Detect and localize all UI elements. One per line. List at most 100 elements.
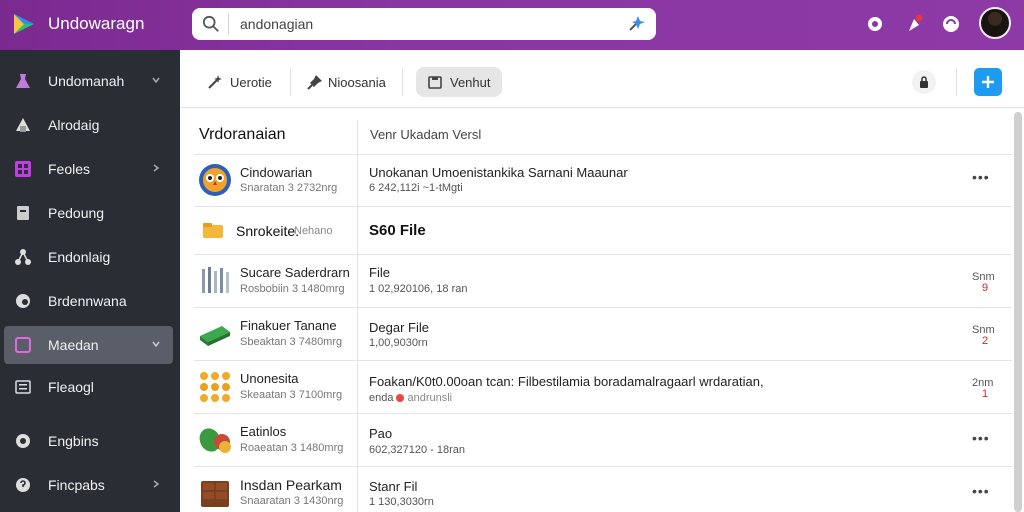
sidebar-item-engbins[interactable]: Engbins (0, 422, 180, 460)
column-header-name[interactable]: Vrdoranaian (199, 126, 286, 144)
chocolate-thumbnail-icon (201, 481, 229, 507)
status-dot-icon (396, 394, 405, 403)
row-badge: 1 (982, 388, 989, 400)
owl-thumbnail-icon (199, 164, 231, 196)
flask-icon (16, 74, 30, 88)
row-meta: Roaeatan 3 1480mrg (240, 442, 344, 454)
row-title: Unokanan Umoenistankika Sarnani Maaunar (369, 165, 628, 180)
row-title: Foakan/K0t0.00oan tcan: Filbestilamia bo… (369, 374, 764, 389)
search-icon (202, 15, 219, 32)
row-badge: 9 (982, 282, 989, 294)
toolbar-button-3[interactable]: Venhut (416, 67, 502, 97)
chevron-down-icon[interactable] (151, 339, 161, 349)
sidebar-item-feoles[interactable]: Feoles (0, 150, 180, 188)
leaf-thumbnail-icon (199, 428, 231, 453)
user-avatar[interactable] (979, 7, 1011, 39)
group-name: Snrokeite. (236, 223, 300, 239)
folder-icon (428, 76, 442, 89)
chevron-right-icon[interactable] (151, 479, 161, 489)
sidebar-item-label: Alrodaig (48, 117, 100, 133)
row-subtitle-text: enda (369, 392, 394, 404)
row-name: Eatinlos (240, 424, 287, 439)
help-icon (16, 478, 30, 492)
chevron-down-icon[interactable] (151, 75, 161, 85)
toolbar-button-label: Nioosania (328, 75, 386, 90)
row-badge: 2 (982, 335, 989, 347)
search-input[interactable] (240, 14, 600, 34)
table-row[interactable]: Insdan Pearkam Snaaratan 3 1430nrg Stanr… (194, 466, 1012, 512)
sidebar-item-brdennwana[interactable]: Brdennwana (0, 282, 180, 320)
sidebar-item-label: Maedan (48, 337, 99, 353)
sidebar-item-label: Fincpabs (48, 477, 105, 493)
row-meta: Snaaratan 3 1430nrg (240, 495, 344, 507)
lock-button[interactable] (912, 70, 936, 94)
row-name: Sucare Saderdrarn (240, 265, 350, 280)
toolbar-button-label: Uerotie (230, 75, 272, 90)
chevron-right-icon[interactable] (151, 163, 161, 173)
app-logo-icon[interactable] (12, 12, 36, 36)
row-name: Insdan Pearkam (240, 477, 342, 493)
toolbar-button-1[interactable]: Uerotie (206, 67, 276, 97)
search-divider (228, 14, 229, 34)
file-table: Vrdoranaian Venr Ukadam Versl Cindowaria… (180, 108, 1012, 512)
row-more-button[interactable]: ••• (972, 169, 990, 185)
settings-icon (16, 434, 30, 448)
top-bar: Undowaragn (0, 0, 1024, 50)
sidebar-item-pedoung[interactable]: Pedoung (0, 194, 180, 232)
notification-icon[interactable] (903, 13, 925, 35)
sidebar-item-alrodaig[interactable]: Alrodaig (0, 106, 180, 144)
assistant-icon[interactable] (626, 14, 646, 34)
row-subtitle: 1,00,9030rn (369, 337, 428, 349)
row-subtitle: 1 02,920106, 18 ran (369, 283, 468, 295)
table-row[interactable]: Eatinlos Roaeatan 3 1480mrg Pao 602,3271… (194, 413, 1012, 466)
sidebar-item-fleaogl[interactable]: Fleaogl (0, 368, 180, 406)
scrollbar[interactable] (1014, 112, 1022, 512)
folder-icon (203, 223, 223, 238)
globe-icon (16, 294, 30, 308)
list-icon (15, 380, 31, 394)
row-name: Finakuer Tanane (240, 318, 337, 333)
plus-icon (982, 76, 994, 88)
add-button[interactable] (974, 68, 1002, 96)
row-more-button[interactable]: ••• (972, 430, 990, 446)
sidebar-item-label: Undomanah (48, 73, 125, 89)
sync-icon[interactable] (940, 13, 962, 35)
toolbar-button-label: Venhut (450, 75, 491, 90)
toolbar-divider (402, 68, 403, 96)
row-subtitle: enda andrunsli (369, 392, 452, 404)
sidebar-item-label: Pedoung (48, 205, 105, 221)
row-subtitle: 602,327120 - 18ran (369, 444, 466, 456)
shape-icon (16, 118, 30, 132)
row-meta: Rosbobiin 3 1480mrg (240, 283, 345, 295)
toolbar-divider (956, 68, 957, 96)
group-row[interactable]: Snrokeite. Nehano S60 File (194, 206, 1012, 254)
table-row[interactable]: Unonesita Skeaatan 3 7100mrg Foakan/K0t0… (194, 360, 1012, 413)
row-subtitle: 6 242,112i ~1-tMgti (369, 182, 463, 194)
settings-icon[interactable] (864, 13, 886, 35)
sidebar-item-endonlaig[interactable]: Endonlaig (0, 238, 180, 276)
row-more-button[interactable]: ••• (972, 483, 990, 499)
tools-thumbnail-icon (202, 267, 229, 293)
search-bar[interactable] (192, 8, 656, 40)
table-row[interactable]: Sucare Saderdrarn Rosbobiin 3 1480mrg Fi… (194, 254, 1012, 307)
share-icon (15, 249, 31, 265)
bar-thumbnail-icon (200, 326, 230, 346)
row-name: Unonesita (240, 371, 299, 386)
row-title: Stanr Fil (369, 479, 418, 494)
sidebar-item-label: Engbins (48, 433, 99, 449)
sidebar-item-label: Endonlaig (48, 249, 111, 265)
toolbar-divider (290, 68, 291, 96)
table-row[interactable]: Cindowarian Snaratan 3 2732nrg Unokanan … (194, 154, 1012, 206)
dots-thumbnail-icon (200, 372, 230, 402)
column-header-desc[interactable]: Venr Ukadam Versl (370, 127, 481, 142)
sidebar-item-undomanah[interactable]: Undomanah (0, 62, 180, 100)
row-title: File (369, 265, 390, 280)
grid-icon (15, 161, 31, 177)
toolbar: Uerotie Nioosania Venhut (180, 50, 1024, 108)
sidebar-item-fincpabs[interactable]: Fincpabs (0, 466, 180, 504)
sidebar: Undomanah Alrodaig Feoles Pedoung Endonl… (0, 50, 180, 512)
toolbar-button-2[interactable]: Nioosania (306, 67, 392, 97)
document-icon (17, 206, 29, 220)
table-row[interactable]: Finakuer Tanane Sbeaktan 3 7480mrg Degar… (194, 307, 1012, 360)
sidebar-item-maedan[interactable]: Maedan (4, 326, 173, 364)
